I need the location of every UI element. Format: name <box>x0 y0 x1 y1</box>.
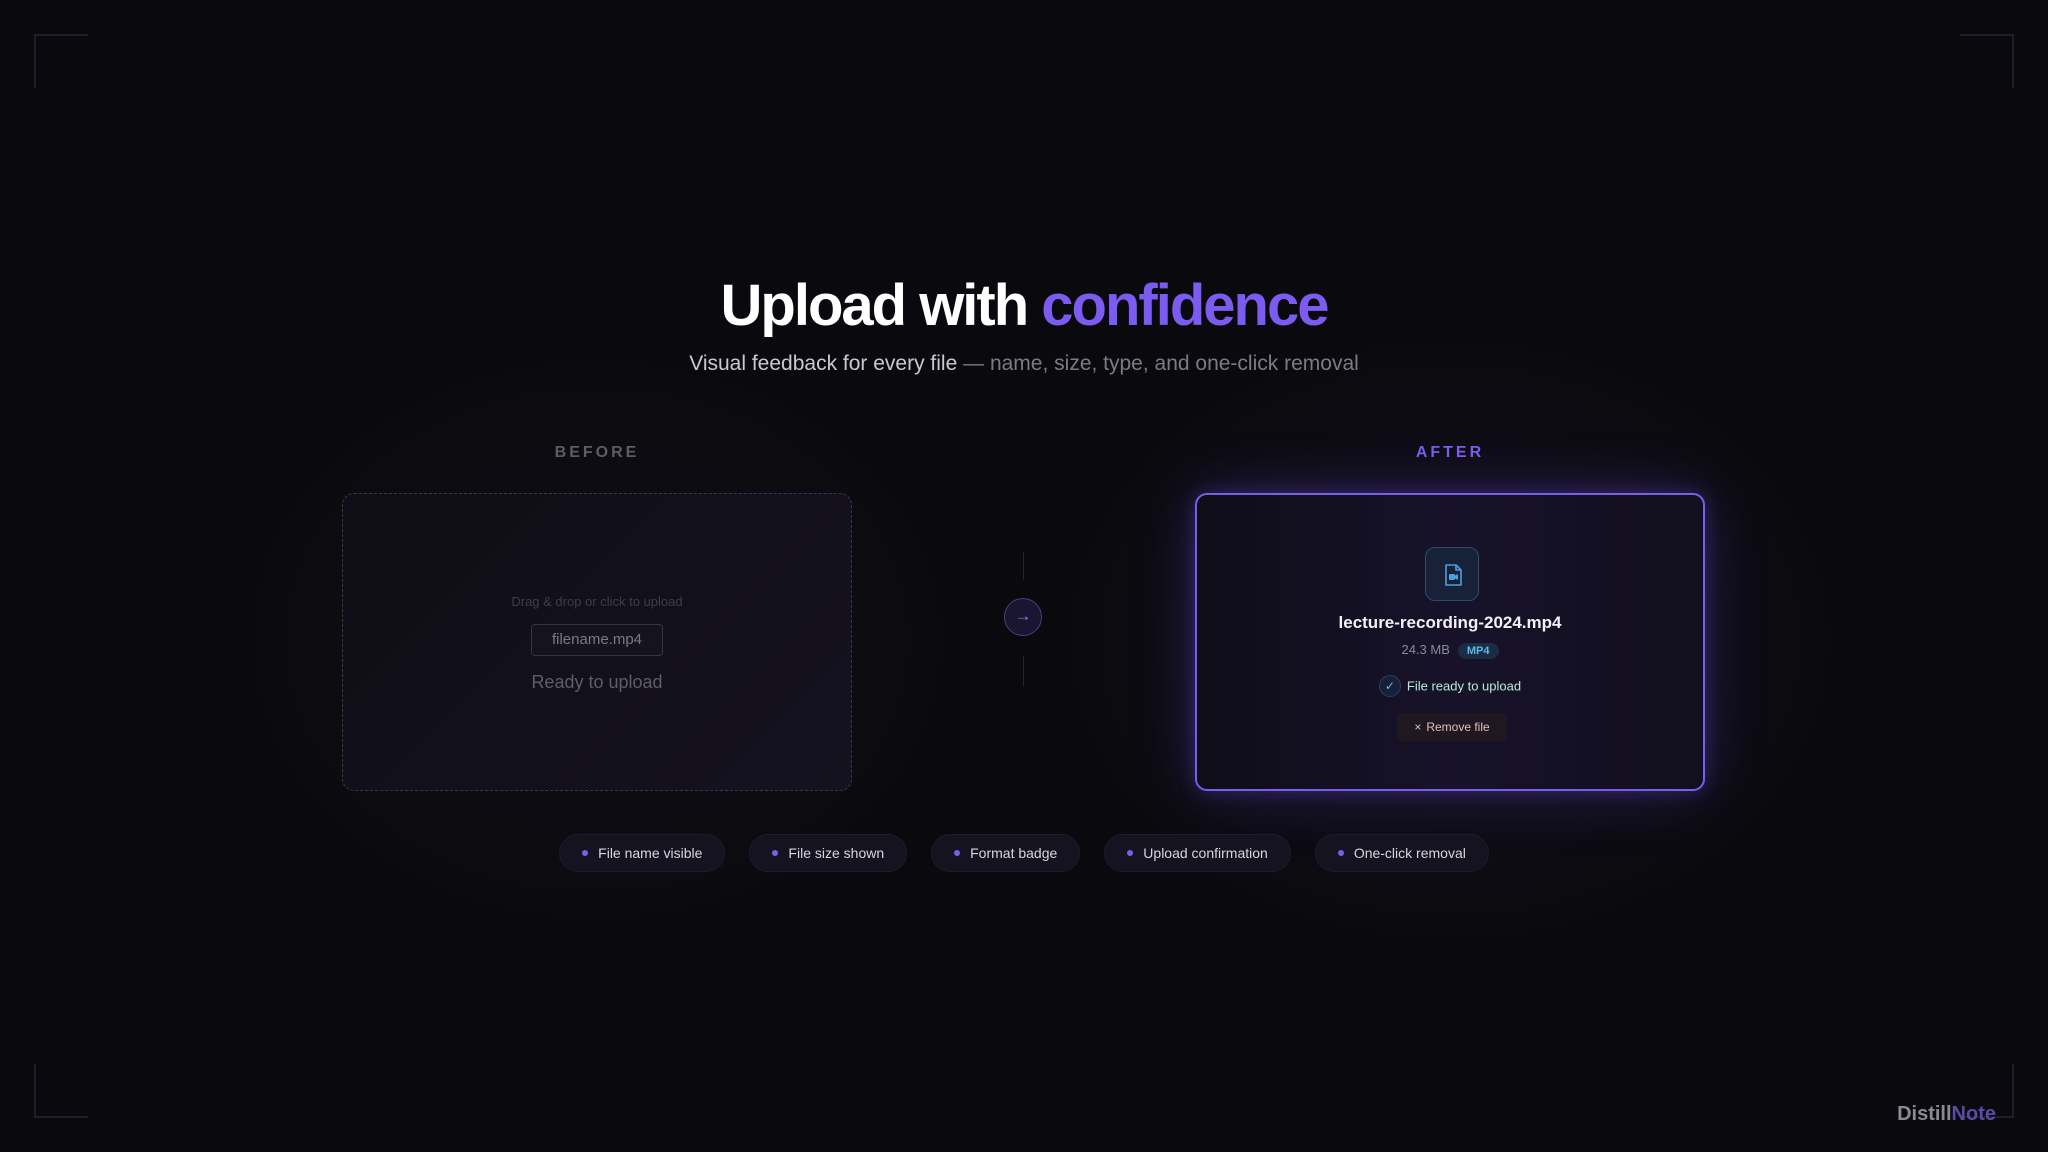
bullet-dot-icon <box>1337 850 1344 856</box>
dropzone-hint: Drag & drop or click to upload <box>511 594 683 609</box>
check-icon: ✓ <box>1378 675 1401 697</box>
before-status-text: Ready to upload <box>531 672 663 692</box>
brand-name-part2: Note <box>1951 1103 1996 1125</box>
bullet-dot-icon <box>772 850 779 856</box>
feature-pill: One-click removal <box>1314 834 1489 872</box>
bullet-dot-icon <box>582 850 589 856</box>
subtitle-strong: Visual feedback for every file <box>689 352 958 375</box>
title-accent: confidence <box>1041 273 1329 338</box>
after-label: AFTER <box>1415 444 1485 461</box>
format-badge: MP4 <box>1457 643 1499 659</box>
feature-pill: File size shown <box>749 834 908 872</box>
feature-pill-label: One-click removal <box>1353 845 1466 861</box>
video-file-icon <box>1425 547 1479 601</box>
bullet-dot-icon <box>954 850 961 856</box>
feature-pills: File name visible File size shown Format… <box>0 834 2048 872</box>
upload-status: ✓ File ready to upload <box>1197 675 1703 697</box>
file-meta: 24.3 MB MP4 <box>1197 642 1703 659</box>
title-main: Upload with <box>720 273 1042 338</box>
uploaded-filename: lecture-recording-2024.mp4 <box>1338 613 1562 632</box>
feature-pill-label: Format badge <box>970 845 1058 861</box>
corner-bracket-top-right <box>1960 34 2014 88</box>
arrow-right-icon: → <box>1004 598 1042 636</box>
feature-pill: Upload confirmation <box>1104 834 1291 872</box>
before-filename-box: filename.mp4 <box>531 624 663 656</box>
brand-logo: DistillNote <box>1897 1103 1996 1126</box>
connector-line-top <box>1023 552 1024 580</box>
feature-pill-label: File name visible <box>598 845 703 861</box>
remove-file-label: Remove file <box>1426 720 1490 734</box>
after-upload-card[interactable]: lecture-recording-2024.mp4 24.3 MB MP4 ✓ F… <box>1195 493 1705 791</box>
page-subtitle: Visual feedback for every file — name, s… <box>0 352 2048 376</box>
connector-line-bottom <box>1023 656 1024 686</box>
feature-pill: File name visible <box>559 834 726 872</box>
page-title: Upload with confidence <box>0 272 2048 339</box>
remove-file-button[interactable]: × Remove file <box>1397 713 1507 741</box>
subtitle-rest: — name, size, type, and one-click remova… <box>957 352 1359 375</box>
upload-status-text: File ready to upload <box>1406 678 1522 694</box>
close-icon: × <box>1414 720 1422 734</box>
corner-bracket-top-left <box>34 34 88 88</box>
feature-pill: Format badge <box>931 834 1081 872</box>
feature-pill-label: File size shown <box>788 845 885 861</box>
feature-pill-label: Upload confirmation <box>1143 845 1268 861</box>
brand-name-part1: Distill <box>1897 1103 1952 1125</box>
slide: Upload with confidence Visual feedback f… <box>0 0 2048 1152</box>
before-upload-dropzone[interactable]: Drag & drop or click to upload filename.… <box>342 493 852 791</box>
file-size: 24.3 MB <box>1401 642 1450 657</box>
corner-bracket-bottom-left <box>34 1064 88 1118</box>
before-label: BEFORE <box>554 444 640 461</box>
bullet-dot-icon <box>1127 850 1134 856</box>
